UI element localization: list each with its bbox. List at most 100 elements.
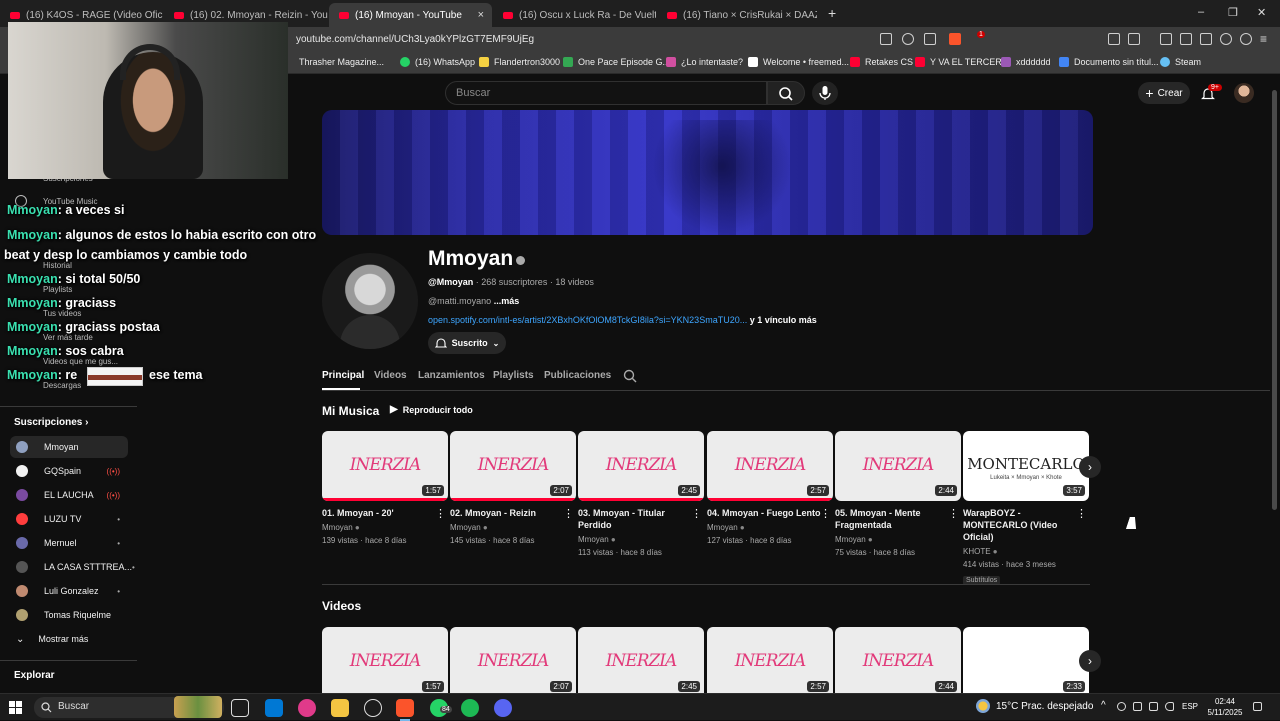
more-options-icon[interactable]: ⋮ bbox=[948, 507, 959, 520]
discord-icon[interactable] bbox=[494, 699, 512, 717]
sidebar-subscription-item[interactable]: LUZU TV • bbox=[10, 508, 128, 530]
video-thumbnail[interactable]: INERZIA 2:07 bbox=[450, 627, 576, 693]
notifications-icon[interactable] bbox=[1253, 702, 1262, 711]
channel-avatar[interactable] bbox=[322, 253, 418, 349]
video-card[interactable]: INERZIA 1:57 bbox=[322, 627, 448, 693]
video-title[interactable]: 01. Mmoyan - 20' bbox=[322, 507, 448, 519]
video-thumbnail[interactable]: INERZIA 2:57 bbox=[707, 431, 833, 501]
bookmark-item[interactable]: Thrasher Magazine... bbox=[299, 57, 384, 67]
video-author[interactable]: Mmoyan ● bbox=[578, 535, 704, 544]
sidebar-item-your-videos[interactable]: Tus videos bbox=[43, 309, 81, 318]
sidebar-item-history[interactable]: Historial bbox=[43, 261, 72, 270]
video-card[interactable]: INERZIA 1:57 01. Mmoyan - 20' ⋮ Mmoyan ● 139 … bbox=[322, 431, 448, 545]
language-indicator[interactable]: ESP bbox=[1182, 702, 1198, 711]
video-card[interactable]: INERZIA 2:44 bbox=[835, 627, 961, 693]
video-thumbnail[interactable]: MONTECARLO Lukeita × Mmoyan × Khote 3:57 bbox=[963, 431, 1089, 501]
leo-ai-icon[interactable] bbox=[1220, 33, 1232, 45]
sidebar-subscription-item[interactable]: EL LAUCHA ((•)) bbox=[10, 484, 128, 506]
carousel-next-button[interactable]: › bbox=[1079, 456, 1101, 478]
browser-tab[interactable]: (16) Oscu x Luck Ra - De Vuelta (Offi bbox=[493, 3, 656, 27]
sidebar-item-liked-videos[interactable]: Videos que me gus... bbox=[43, 357, 118, 366]
sidebar-item-downloads[interactable]: Descargas bbox=[43, 381, 81, 390]
video-title[interactable]: 02. Mmoyan - Reizin bbox=[450, 507, 576, 519]
bookmark-item[interactable]: Flandertron3000 bbox=[479, 57, 560, 67]
menu-icon[interactable]: ≡ bbox=[1260, 32, 1267, 46]
tab-videos[interactable]: Videos bbox=[374, 370, 407, 381]
sidebar-subscription-item[interactable]: LA CASA STTTREA... • bbox=[10, 556, 135, 578]
video-card[interactable]: INERZIA 2:07 bbox=[450, 627, 576, 693]
video-card[interactable]: INERZIA 2:07 02. Mmoyan - Reizin ⋮ Mmoyan ● 1… bbox=[450, 431, 576, 545]
video-title[interactable]: 05. Mmoyan - Mente Fragmentada bbox=[835, 507, 961, 531]
spotify-icon[interactable] bbox=[461, 699, 479, 717]
share-icon[interactable] bbox=[924, 33, 936, 45]
channel-search-icon[interactable] bbox=[623, 369, 637, 383]
tab-publicaciones[interactable]: Publicaciones bbox=[544, 370, 611, 381]
video-card[interactable]: MONTECARLO Lukeita × Mmoyan × Khote 3:57 Wa… bbox=[963, 431, 1089, 587]
steam-app-icon[interactable] bbox=[364, 699, 382, 717]
more-options-icon[interactable]: ⋮ bbox=[563, 507, 574, 520]
sidebar-subscription-item[interactable]: Mernuel • bbox=[10, 532, 128, 554]
sidebar-subscription-item[interactable]: GQSpain ((•)) bbox=[10, 460, 128, 482]
tab-playlists[interactable]: Playlists bbox=[493, 370, 534, 381]
voice-search-button[interactable] bbox=[812, 81, 838, 105]
sidebar-subscription-item[interactable]: Luli Gonzalez • bbox=[10, 580, 128, 602]
task-view-icon[interactable] bbox=[231, 699, 249, 717]
video-thumbnail[interactable]: INERZIA 2:44 bbox=[835, 431, 961, 501]
windows-start-icon[interactable] bbox=[9, 701, 22, 714]
wallet-icon[interactable] bbox=[1200, 33, 1212, 45]
bookmark-item[interactable]: Welcome • freemed... bbox=[748, 57, 849, 67]
screenshot-icon[interactable] bbox=[1128, 33, 1140, 45]
sidebar-subscription-item[interactable]: Mmoyan bbox=[10, 436, 128, 458]
video-card[interactable]: INERZIA 2:45 bbox=[578, 627, 704, 693]
video-thumbnail[interactable]: INERZIA 1:57 bbox=[322, 627, 448, 693]
url-field[interactable]: youtube.com/channel/UCh3Lya0kYPlzGT7EMF9… bbox=[296, 34, 534, 45]
bookmark-item[interactable]: Retakes CS bbox=[850, 57, 913, 67]
more-options-icon[interactable]: ⋮ bbox=[820, 507, 831, 520]
spotify-link[interactable]: open.spotify.com/intl-es/artist/2XBxhOKf… bbox=[428, 315, 747, 325]
video-card[interactable]: INERZIA 2:57 bbox=[707, 627, 833, 693]
video-author[interactable]: Mmoyan ● bbox=[835, 535, 961, 544]
video-author[interactable]: KHOTE ● bbox=[963, 547, 1089, 556]
video-card[interactable]: 2:33 bbox=[963, 627, 1089, 693]
tray-app-icon[interactable] bbox=[1117, 702, 1126, 711]
create-button[interactable]: + Crear bbox=[1138, 82, 1190, 104]
sidebar-item-playlists[interactable]: Playlists bbox=[43, 285, 72, 294]
bookmark-item[interactable]: Steam bbox=[1160, 57, 1201, 67]
video-thumbnail[interactable]: INERZIA 2:45 bbox=[578, 627, 704, 693]
channel-description[interactable]: @matti.moyano ...más bbox=[428, 296, 519, 306]
close-tab-icon[interactable]: × bbox=[478, 9, 484, 21]
more-link[interactable]: ...más bbox=[494, 296, 520, 306]
video-title[interactable]: WarapBOYZ - MONTECARLO (Video Oficial) bbox=[963, 507, 1089, 543]
video-thumbnail[interactable]: INERZIA 2:44 bbox=[835, 627, 961, 693]
browser-tab[interactable]: (16) Tiano × CrisRukai × DAAZ - MA bbox=[657, 3, 817, 27]
bookmark-item[interactable]: (16) WhatsApp bbox=[400, 57, 475, 67]
restore-button[interactable]: ❐ bbox=[1228, 6, 1238, 19]
tab-principal[interactable]: Principal bbox=[322, 370, 364, 381]
file-explorer-icon[interactable] bbox=[331, 699, 349, 717]
cast-icon[interactable] bbox=[880, 33, 892, 45]
brave-browser-icon[interactable] bbox=[396, 699, 414, 721]
new-tab-button[interactable]: + bbox=[828, 5, 836, 21]
sidebar-icon[interactable] bbox=[1180, 33, 1192, 45]
tray-overflow-icon[interactable]: ^ bbox=[1101, 700, 1106, 711]
video-thumbnail[interactable]: INERZIA 2:57 bbox=[707, 627, 833, 693]
more-options-icon[interactable]: ⋮ bbox=[435, 507, 446, 520]
video-thumbnail[interactable]: INERZIA 2:07 bbox=[450, 431, 576, 501]
brave-shield-icon[interactable] bbox=[949, 33, 961, 45]
weather-icon[interactable] bbox=[976, 699, 990, 713]
more-options-icon[interactable]: ⋮ bbox=[1076, 507, 1087, 520]
tab-lanzamientos[interactable]: Lanzamientos bbox=[418, 370, 485, 381]
bookmark-item[interactable]: ¿Lo intentaste? bbox=[666, 57, 743, 67]
more-options-icon[interactable]: ⋮ bbox=[691, 507, 702, 520]
carousel-next-button[interactable]: › bbox=[1079, 650, 1101, 672]
more-links-text[interactable]: y 1 vínculo más bbox=[750, 315, 817, 325]
bookmark-item[interactable]: Documento sin títul... bbox=[1059, 57, 1159, 67]
sidebar-subscription-item[interactable]: Tomas Riquelme bbox=[10, 604, 128, 626]
volume-icon[interactable] bbox=[1165, 702, 1174, 711]
video-card[interactable]: INERZIA 2:57 04. Mmoyan - Fuego Lento ⋮ Mmoy… bbox=[707, 431, 833, 545]
page-scrollbar[interactable] bbox=[1272, 90, 1277, 510]
video-thumbnail[interactable]: INERZIA 2:45 bbox=[578, 431, 704, 501]
subscriptions-header[interactable]: Suscripciones › bbox=[14, 417, 88, 428]
show-more-button[interactable]: ⌄ Mostrar más bbox=[10, 628, 128, 650]
close-window-button[interactable]: ✕ bbox=[1257, 6, 1266, 19]
